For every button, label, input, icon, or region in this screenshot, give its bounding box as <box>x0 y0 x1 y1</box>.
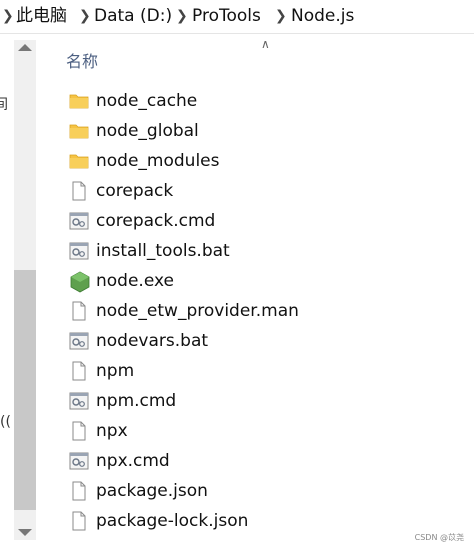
column-header-name[interactable]: 名称 <box>66 48 98 72</box>
file-name: npm.cmd <box>96 391 177 411</box>
breadcrumb-item-data-drive[interactable]: Data (D:) <box>94 0 172 33</box>
chevron-right-icon[interactable]: ❯ <box>176 0 188 33</box>
file-name: node_etw_provider.man <box>96 301 299 321</box>
breadcrumb-item-this-pc[interactable]: 此电脑 <box>16 0 67 33</box>
file-icon <box>69 361 89 381</box>
chevron-right-icon[interactable]: ❯ <box>275 0 287 33</box>
script-icon <box>69 241 89 261</box>
folder-icon <box>69 121 89 141</box>
script-icon <box>69 451 89 471</box>
file-row[interactable]: npx <box>60 416 470 446</box>
breadcrumb: ❯ 此电脑 ❯ Data (D:) ❯ ProTools ❯ Node.js <box>0 0 474 34</box>
node-exe-icon <box>69 271 90 293</box>
scroll-down-arrow-icon[interactable] <box>18 529 32 536</box>
file-name: npm <box>96 361 135 381</box>
file-row[interactable]: package.json <box>60 476 470 506</box>
file-icon <box>69 301 89 321</box>
file-row[interactable]: corepack.cmd <box>60 206 470 236</box>
breadcrumb-item-protools[interactable]: ProTools <box>192 0 261 33</box>
file-name: node_modules <box>96 151 220 171</box>
scrollbar-thumb[interactable] <box>14 270 36 510</box>
file-row[interactable]: nodevars.bat <box>60 326 470 356</box>
file-name: npx.cmd <box>96 451 170 471</box>
file-name: corepack.cmd <box>96 211 216 231</box>
file-row[interactable]: node.exe <box>60 266 470 296</box>
file-row[interactable]: install_tools.bat <box>60 236 470 266</box>
watermark: CSDN @苡尧 <box>414 533 464 542</box>
nav-partial-text: 间 <box>0 97 8 113</box>
file-icon <box>69 421 89 441</box>
file-row[interactable]: npm.cmd <box>60 386 470 416</box>
nav-partial-text: (( <box>0 414 11 430</box>
file-row[interactable]: npx.cmd <box>60 446 470 476</box>
breadcrumb-item-nodejs[interactable]: Node.js <box>291 0 354 33</box>
file-name: corepack <box>96 181 174 201</box>
file-row[interactable]: npm <box>60 356 470 386</box>
file-name: nodevars.bat <box>96 331 209 351</box>
script-icon <box>69 331 89 351</box>
file-name: package.json <box>96 481 208 501</box>
script-icon <box>69 211 89 231</box>
file-list: node_cache node_global node_modulescorepac… <box>60 86 470 536</box>
chevron-right-icon[interactable]: ❯ <box>79 0 91 33</box>
scroll-up-arrow-icon[interactable] <box>18 44 32 51</box>
sort-ascending-icon[interactable]: ∧ <box>261 37 270 51</box>
file-row[interactable]: node_modules <box>60 146 470 176</box>
file-icon <box>69 181 89 201</box>
file-name: npx <box>96 421 128 441</box>
file-name: package-lock.json <box>96 511 249 531</box>
file-row[interactable]: node_cache <box>60 86 470 116</box>
folder-icon <box>69 91 89 111</box>
file-row[interactable]: node_etw_provider.man <box>60 296 470 326</box>
file-row[interactable]: node_global <box>60 116 470 146</box>
file-name: node_global <box>96 121 199 141</box>
file-name: install_tools.bat <box>96 241 230 261</box>
file-icon <box>69 511 89 531</box>
file-name: node_cache <box>96 91 198 111</box>
file-icon <box>69 481 89 501</box>
file-name: node.exe <box>96 271 174 291</box>
chevron-right-icon[interactable]: ❯ <box>2 0 14 33</box>
script-icon <box>69 391 89 411</box>
folder-icon <box>69 151 89 171</box>
nav-scrollbar[interactable] <box>14 40 36 540</box>
file-row[interactable]: corepack <box>60 176 470 206</box>
file-row[interactable]: package-lock.json <box>60 506 470 536</box>
